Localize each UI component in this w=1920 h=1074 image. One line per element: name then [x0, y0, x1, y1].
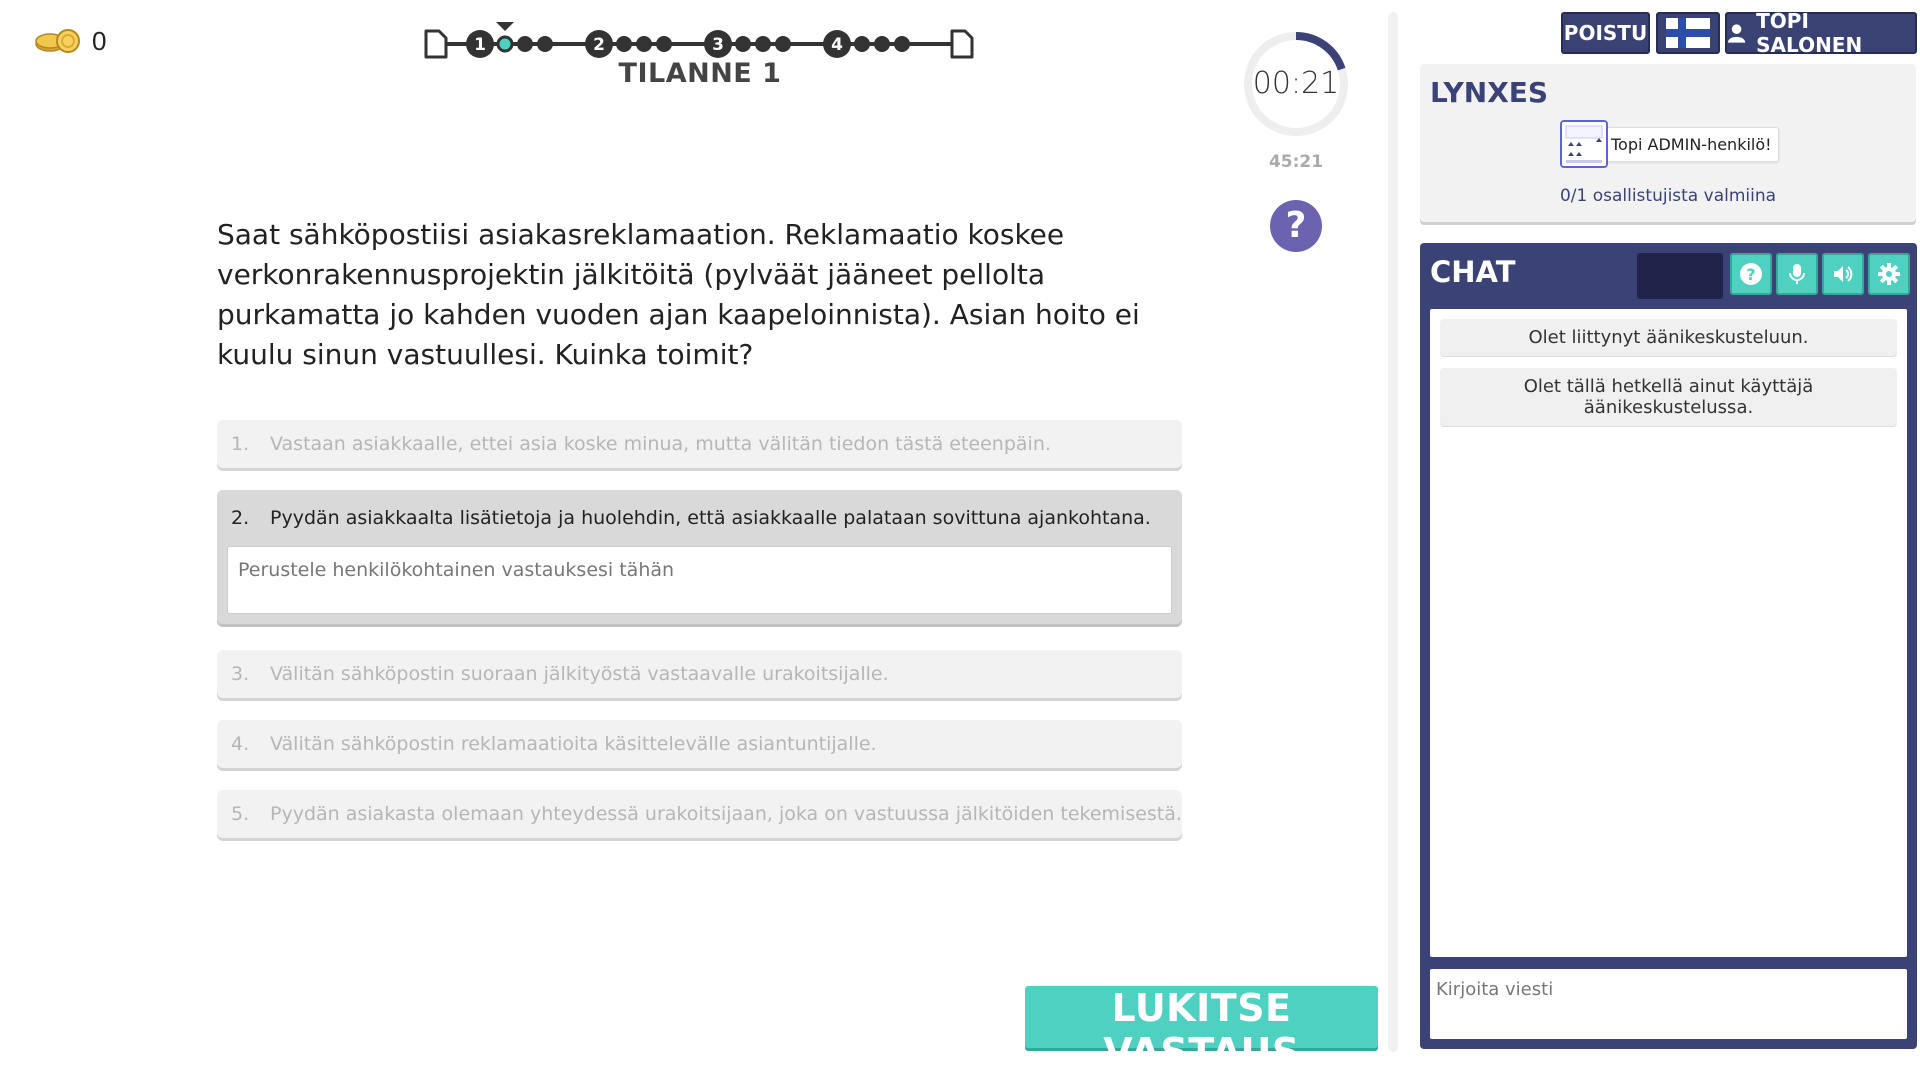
scrollbar[interactable]: [1388, 12, 1398, 1052]
option-text: Pyydän asiakkaalta lisätietoja ja huoleh…: [270, 507, 1151, 529]
answer-option-1[interactable]: 1. Vastaan asiakkaalle, ettei asia koske …: [217, 420, 1182, 468]
step-dot: [854, 36, 870, 52]
current-step-pointer: [496, 22, 514, 31]
step-dot: [517, 36, 533, 52]
avatar: [1560, 120, 1608, 168]
stage-number: 1: [474, 35, 486, 55]
help-icon: ?: [1740, 263, 1762, 285]
step-dot: [656, 36, 672, 52]
timer-remaining: 00:21: [1252, 66, 1340, 101]
current-step-dot: [496, 35, 514, 53]
coin-counter: 0: [30, 26, 106, 57]
settings-icon: [1878, 263, 1900, 285]
stage-title: TILANNE 1: [618, 58, 782, 89]
user-menu-button[interactable]: TOPI SALONEN: [1725, 9, 1917, 57]
chat-message-list: Olet liittynyt äänikeskusteluun. Olet tä…: [1430, 309, 1907, 957]
stage-number: 4: [831, 35, 843, 55]
user-name: TOPI SALONEN: [1756, 9, 1863, 57]
help-button[interactable]: ?: [1270, 200, 1322, 252]
option-text: Välitän sähköpostin suoraan jälkityöstä …: [270, 663, 889, 685]
countdown-timer: 00:21: [1242, 30, 1350, 138]
end-document-icon: [950, 29, 974, 59]
option-number: 2.: [231, 507, 250, 529]
chat-message: Olet tällä hetkellä ainut käyttäjä äänik…: [1440, 368, 1897, 426]
chat-panel: CHAT ? Olet liittynyt äänikeskusteluun. …: [1420, 243, 1917, 1049]
coin-icon: [30, 27, 86, 57]
step-dot: [636, 36, 652, 52]
option-number: 3.: [231, 663, 250, 685]
settings-button[interactable]: [1868, 253, 1910, 295]
option-text: Vastaan asiakkaalle, ettei asia koske mi…: [270, 433, 1051, 455]
start-document-icon: [424, 29, 448, 59]
total-time: 45:21: [1268, 152, 1324, 172]
step-dot: [894, 36, 910, 52]
microphone-icon: [1789, 264, 1805, 284]
speaker-button[interactable]: [1822, 253, 1864, 295]
option-text: Pyydän asiakasta olemaan yhteydessä urak…: [270, 803, 1182, 825]
option-number: 1.: [231, 433, 250, 455]
speaker-icon: [1834, 266, 1853, 282]
microphone-button[interactable]: [1776, 253, 1818, 295]
option-text: Välitän sähköpostin reklamaatioita käsit…: [270, 733, 877, 755]
step-dot: [755, 36, 771, 52]
user-icon: [1727, 24, 1746, 43]
coin-count: 0: [92, 26, 107, 56]
justification-input[interactable]: [227, 546, 1172, 614]
step-dot: [874, 36, 890, 52]
step-dot: [537, 36, 553, 52]
team-name: LYNXES: [1430, 76, 1549, 109]
chat-title: CHAT: [1430, 255, 1516, 289]
chat-help-button[interactable]: ?: [1730, 253, 1772, 295]
chat-voice-indicator: [1637, 253, 1723, 299]
stage-number: 2: [593, 35, 605, 55]
step-dot: [735, 36, 751, 52]
language-button[interactable]: [1656, 12, 1720, 54]
question-text: Saat sähköpostiisi asiakasreklamaation. …: [217, 218, 1140, 371]
exit-button[interactable]: POISTU: [1561, 12, 1650, 54]
step-dot: [775, 36, 791, 52]
team-member: Topi ADMIN-henkilö!: [1560, 120, 1779, 168]
step-dot: [616, 36, 632, 52]
stage-number: 3: [712, 35, 724, 55]
answer-option-3[interactable]: 3. Välitän sähköpostin suoraan jälkityöst…: [217, 650, 1182, 698]
answer-option-4[interactable]: 4. Välitän sähköpostin reklamaatioita käs…: [217, 720, 1182, 768]
ready-status: 0/1 osallistujista valmiina: [1559, 186, 1777, 206]
svg-text:?: ?: [1746, 265, 1755, 284]
chat-message: Olet liittynyt äänikeskusteluun.: [1440, 319, 1897, 356]
option-number: 4.: [231, 733, 250, 755]
chat-message-input[interactable]: [1430, 969, 1907, 1039]
option-number: 5.: [231, 803, 250, 825]
answer-option-2[interactable]: 2. Pyydän asiakkaalta lisätietoja ja huol…: [217, 490, 1182, 624]
member-name: Topi ADMIN-henkilö!: [1604, 126, 1779, 162]
finland-flag-icon: [1666, 18, 1710, 48]
team-panel: LYNXES Topi ADMIN-henkilö! 0/1 osallistu…: [1420, 64, 1916, 222]
answer-option-5[interactable]: 5. Pyydän asiakasta olemaan yhteydessä ur…: [217, 790, 1182, 838]
lock-answer-button[interactable]: LUKITSE VASTAUS: [1025, 986, 1378, 1074]
